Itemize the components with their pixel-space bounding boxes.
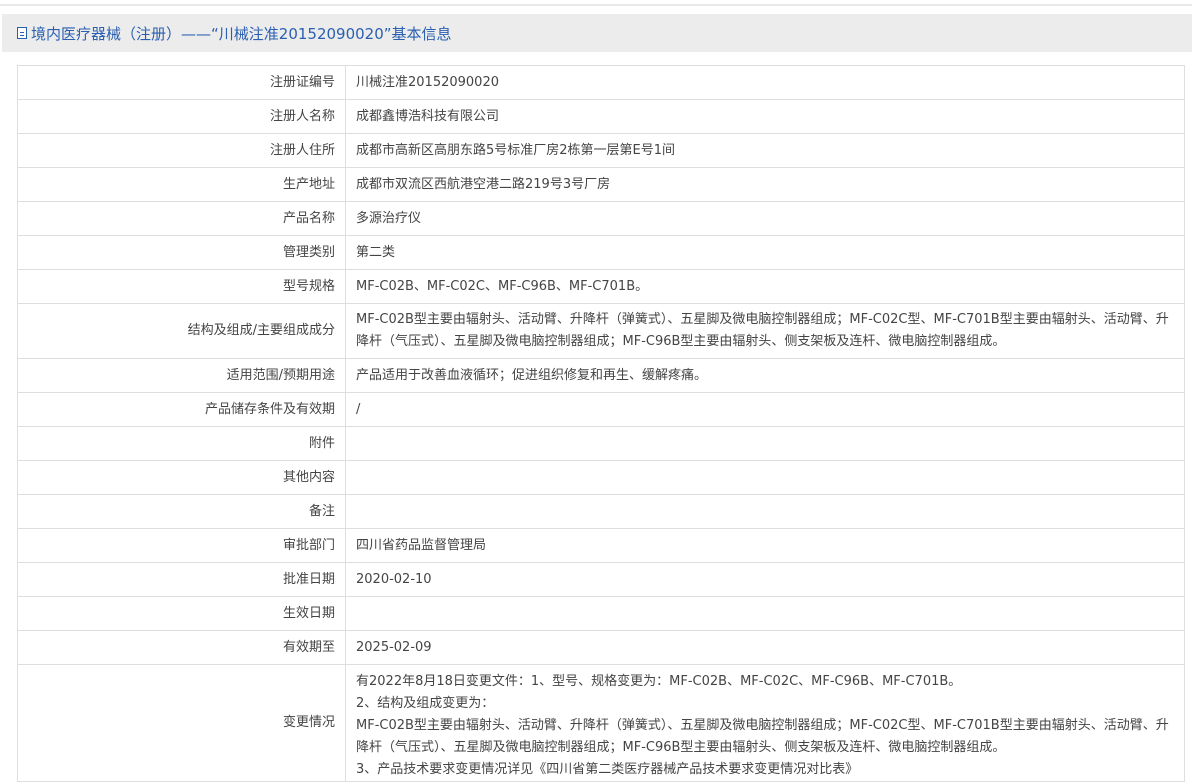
- table-row-change: 变更情况 有2022年8月18日变更文件：1、型号、规格变更为：MF-C02B、…: [17, 664, 1185, 782]
- row-value: [345, 426, 1185, 461]
- row-value: /: [345, 392, 1185, 427]
- row-label: 生效日期: [17, 596, 346, 631]
- row-label: 产品名称: [17, 201, 346, 236]
- row-label: 注册证编号: [17, 65, 346, 100]
- table-row: 备注: [17, 494, 1185, 529]
- row-value: 川械注准20152090020: [345, 65, 1185, 100]
- row-label: 注册人住所: [17, 133, 346, 168]
- row-value: 2020-02-10: [345, 562, 1185, 597]
- row-label: 型号规格: [17, 269, 346, 304]
- table-row: 管理类别 第二类: [17, 235, 1185, 270]
- change-details: 有2022年8月18日变更文件：1、型号、规格变更为：MF-C02B、MF-C0…: [345, 664, 1185, 782]
- row-label: 其他内容: [17, 460, 346, 495]
- table-row: 产品名称 多源治疗仪: [17, 201, 1185, 236]
- change-line: 2、结构及组成变更为：: [356, 696, 495, 711]
- change-line: MF-C02B型主要由辐射头、活动臂、升降杆（弹簧式）、五星脚及微电脑控制器组成…: [356, 718, 1169, 755]
- row-value: 多源治疗仪: [345, 201, 1185, 236]
- row-value: 四川省药品监督管理局: [345, 528, 1185, 563]
- table-row: 其他内容: [17, 460, 1185, 495]
- row-value: 2025-02-09: [345, 630, 1185, 665]
- row-value: MF-C02B、MF-C02C、MF-C96B、MF-C701B。: [345, 269, 1185, 304]
- document-icon: [17, 27, 27, 39]
- table-row: 生效日期: [17, 596, 1185, 631]
- row-value: 第二类: [345, 235, 1185, 270]
- top-border: [0, 0, 1192, 6]
- row-value: [345, 596, 1185, 631]
- table-row: 生产地址 成都市双流区西航港空港二路219号3号厂房: [17, 167, 1185, 202]
- row-label: 批准日期: [17, 562, 346, 597]
- row-label: 变更情况: [17, 664, 346, 782]
- row-value: 成都市高新区高朋东路5号标准厂房2栋第一层第E号1间: [345, 133, 1185, 168]
- table-row: 有效期至 2025-02-09: [17, 630, 1185, 665]
- row-value: 成都市双流区西航港空港二路219号3号厂房: [345, 167, 1185, 202]
- table-row: 注册人名称 成都鑫博浩科技有限公司: [17, 99, 1185, 134]
- row-label: 管理类别: [17, 235, 346, 270]
- row-value: 产品适用于改善血液循环；促进组织修复和再生、缓解疼痛。: [345, 358, 1185, 393]
- row-label: 产品储存条件及有效期: [17, 392, 346, 427]
- change-line: 有2022年8月18日变更文件：1、型号、规格变更为：MF-C02B、MF-C0…: [356, 674, 962, 689]
- table-row: 适用范围/预期用途 产品适用于改善血液循环；促进组织修复和再生、缓解疼痛。: [17, 358, 1185, 393]
- row-label: 注册人名称: [17, 99, 346, 134]
- page-header: 境内医疗器械（注册）——“川械注准20152090020”基本信息: [2, 14, 1192, 52]
- row-label: 适用范围/预期用途: [17, 358, 346, 393]
- row-value: 成都鑫博浩科技有限公司: [345, 99, 1185, 134]
- table-row: 注册证编号 川械注准20152090020: [17, 65, 1185, 100]
- table-row: 附件: [17, 426, 1185, 461]
- table-row: 注册人住所 成都市高新区高朋东路5号标准厂房2栋第一层第E号1间: [17, 133, 1185, 168]
- table-row: 产品储存条件及有效期 /: [17, 392, 1185, 427]
- table-row: 批准日期 2020-02-10: [17, 562, 1185, 597]
- info-table: 注册证编号 川械注准20152090020 注册人名称 成都鑫博浩科技有限公司 …: [17, 65, 1185, 782]
- table-row: 结构及组成/主要组成成分 MF-C02B型主要由辐射头、活动臂、升降杆（弹簧式）…: [17, 303, 1185, 359]
- row-label: 附件: [17, 426, 346, 461]
- table-row: 审批部门 四川省药品监督管理局: [17, 528, 1185, 563]
- info-table-container: 注册证编号 川械注准20152090020 注册人名称 成都鑫博浩科技有限公司 …: [17, 65, 1185, 782]
- table-row: 型号规格 MF-C02B、MF-C02C、MF-C96B、MF-C701B。: [17, 269, 1185, 304]
- row-value: [345, 460, 1185, 495]
- row-label: 有效期至: [17, 630, 346, 665]
- row-value: [345, 494, 1185, 529]
- row-value: MF-C02B型主要由辐射头、活动臂、升降杆（弹簧式）、五星脚及微电脑控制器组成…: [345, 303, 1185, 359]
- page-title: 境内医疗器械（注册）——“川械注准20152090020”基本信息: [31, 24, 452, 43]
- row-label: 审批部门: [17, 528, 346, 563]
- row-label: 备注: [17, 494, 346, 529]
- change-line: 3、产品技术要求变更情况详见《四川省第二类医疗器械产品技术要求变更情况对比表》: [356, 762, 859, 777]
- row-label: 生产地址: [17, 167, 346, 202]
- row-label: 结构及组成/主要组成成分: [17, 303, 346, 359]
